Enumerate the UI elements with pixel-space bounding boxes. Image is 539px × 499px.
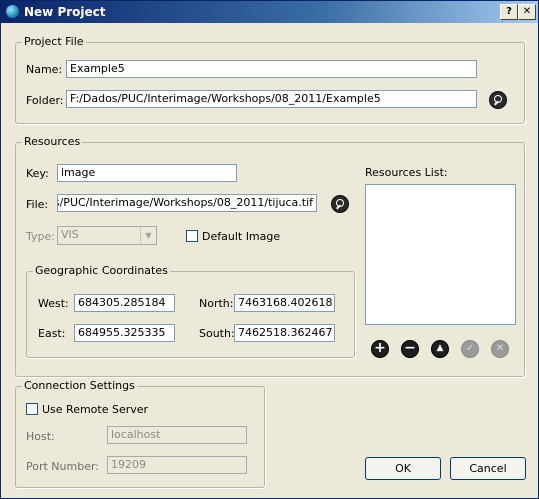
name-field[interactable]: Example5 bbox=[66, 60, 477, 78]
chevron-down-icon: ▼ bbox=[140, 227, 156, 244]
remote-server-label: Use Remote Server bbox=[42, 403, 149, 416]
folder-field[interactable]: F:/Dados/PUC/Interimage/Workshops/08_201… bbox=[66, 90, 477, 108]
ok-button[interactable]: OK bbox=[365, 457, 441, 480]
type-select-value: VIS bbox=[61, 228, 79, 241]
east-field[interactable]: 684955.325335 bbox=[74, 324, 175, 342]
east-label: East: bbox=[38, 327, 66, 340]
south-label: South: bbox=[199, 327, 235, 340]
type-select: VIS ▼ bbox=[57, 226, 157, 245]
folder-browse-icon[interactable] bbox=[489, 91, 507, 109]
default-image-label: Default Image bbox=[202, 230, 281, 243]
type-label: Type: bbox=[26, 230, 55, 243]
window-title: New Project bbox=[24, 5, 106, 19]
folder-label: Folder: bbox=[26, 94, 64, 107]
north-field[interactable]: 7463168.402618 bbox=[234, 294, 335, 312]
connection-legend: Connection Settings bbox=[22, 379, 137, 392]
host-field: localhost bbox=[107, 426, 247, 444]
remove-icon[interactable]: − bbox=[401, 340, 419, 358]
name-label: Name: bbox=[26, 63, 63, 76]
apply-icon: ✓ bbox=[461, 340, 479, 358]
resources-legend: Resources bbox=[22, 135, 83, 148]
port-label: Port Number: bbox=[26, 460, 100, 473]
south-field[interactable]: 7462518.362467 bbox=[234, 324, 335, 342]
key-field[interactable]: image bbox=[57, 164, 237, 182]
north-label: North: bbox=[199, 297, 234, 310]
resources-list-label: Resources List: bbox=[365, 166, 448, 179]
default-image-checkbox[interactable] bbox=[186, 230, 198, 242]
file-browse-icon[interactable] bbox=[331, 195, 349, 213]
cancel-button[interactable]: Cancel bbox=[450, 457, 526, 480]
app-icon bbox=[6, 5, 19, 18]
help-button[interactable]: ? bbox=[500, 4, 518, 20]
host-label: Host: bbox=[26, 430, 55, 443]
west-label: West: bbox=[38, 297, 69, 310]
project-file-group: Project File bbox=[15, 35, 525, 124]
geo-coordinates-group: Geographic Coordinates bbox=[26, 264, 355, 358]
key-label: Key: bbox=[26, 167, 49, 180]
move-up-icon[interactable]: ▲ bbox=[431, 340, 449, 358]
project-file-legend: Project File bbox=[22, 35, 86, 48]
close-button[interactable]: ✕ bbox=[518, 4, 536, 20]
add-icon[interactable]: + bbox=[371, 340, 389, 358]
remote-server-checkbox[interactable] bbox=[26, 403, 38, 415]
title-bar[interactable]: New Project ? ✕ bbox=[1, 1, 538, 23]
file-field[interactable]: F:/Dados/PUC/Interimage/Workshops/08_201… bbox=[57, 194, 317, 212]
resources-list[interactable] bbox=[365, 184, 516, 325]
file-label: File: bbox=[26, 198, 49, 211]
port-field: 19209 bbox=[107, 456, 247, 474]
west-field[interactable]: 684305.285184 bbox=[74, 294, 175, 312]
cancel-edit-icon: ✕ bbox=[491, 340, 509, 358]
new-project-dialog: New Project ? ✕ Project File Name: Examp… bbox=[0, 0, 539, 499]
file-field-text: F:/Dados/PUC/Interimage/Workshops/08_201… bbox=[58, 196, 313, 209]
geo-legend: Geographic Coordinates bbox=[33, 264, 170, 277]
